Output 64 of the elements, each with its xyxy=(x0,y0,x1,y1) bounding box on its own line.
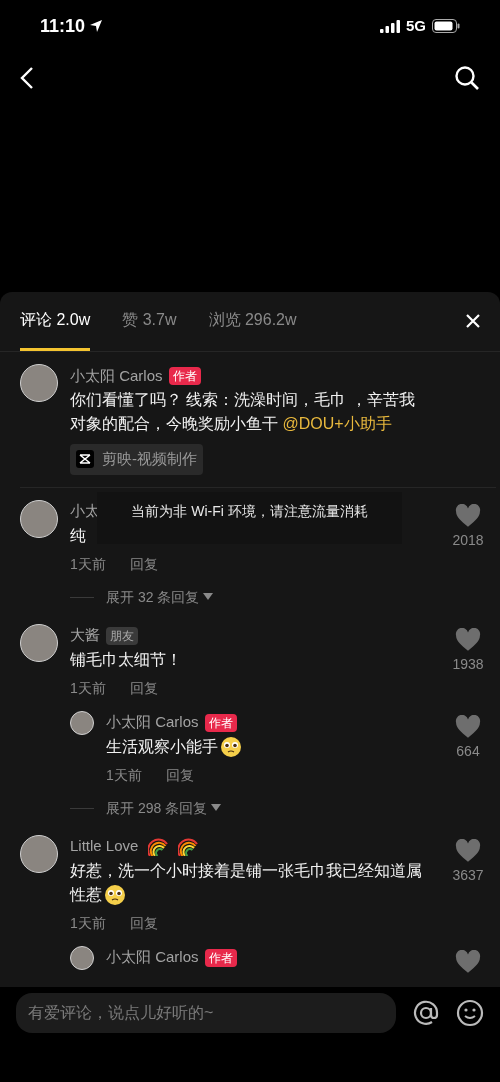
author-tag: 作者 xyxy=(204,713,237,732)
comment-author[interactable]: 小太阳 Carlos xyxy=(106,946,199,969)
battery-icon xyxy=(432,19,460,33)
avatar-placeholder[interactable] xyxy=(70,945,94,970)
author-tag: 作者 xyxy=(204,948,237,967)
author-tag: 作者 xyxy=(168,367,201,385)
network-toast: 当前为非 Wi-Fi 环境，请注意流量消耗 xyxy=(97,491,402,544)
app-source-chip[interactable]: 剪映-视频制作 xyxy=(70,444,203,475)
location-arrow-icon xyxy=(89,19,104,33)
comment-text: 铺毛巾太细节！ xyxy=(70,649,183,670)
comment-time: 1天前 xyxy=(106,765,142,785)
rainbow-icon xyxy=(178,837,199,856)
heart-icon[interactable] xyxy=(455,714,481,739)
caret-down-icon xyxy=(203,593,214,601)
expand-replies-button[interactable]: 展开 298 条回复 xyxy=(106,797,222,819)
reply-link[interactable]: 回复 xyxy=(129,553,158,575)
comment-text: 生活观察小能手 xyxy=(106,734,428,759)
network-label: 5G xyxy=(406,15,426,36)
author-tag: 朋友 xyxy=(106,626,138,645)
comment-time: 1天前 xyxy=(70,554,106,574)
reply-link[interactable]: 回复 xyxy=(129,677,158,699)
avatar-placeholder[interactable] xyxy=(20,364,58,402)
heart-icon[interactable] xyxy=(455,627,481,652)
comment-text: 纯 xyxy=(70,525,87,546)
close-icon[interactable] xyxy=(466,314,480,328)
heart-icon[interactable] xyxy=(455,503,481,528)
like-count: 1938 xyxy=(452,654,484,674)
comment-tab[interactable]: 评论 2.0w xyxy=(20,292,91,351)
caret-down-icon xyxy=(211,804,222,812)
reply-link[interactable]: 回复 xyxy=(129,912,158,934)
heart-icon[interactable] xyxy=(455,949,481,974)
comment-tab[interactable]: 浏览 296.2w xyxy=(208,292,297,351)
capcut-logo-icon xyxy=(76,450,94,469)
chip-label: 剪映-视频制作 xyxy=(102,449,197,469)
avatar-placeholder[interactable] xyxy=(20,834,58,873)
pleading-face-icon xyxy=(104,884,126,907)
back-icon[interactable] xyxy=(20,66,34,90)
like-count: 2018 xyxy=(452,530,484,550)
rainbow-icon xyxy=(148,837,169,856)
pleading-face-icon xyxy=(220,736,242,759)
comment-time: 1天前 xyxy=(70,913,106,933)
comment-tab[interactable]: 赞 3.7w xyxy=(122,292,177,351)
expand-replies-button[interactable]: 展开 32 条回复 xyxy=(106,586,214,608)
like-count: 3637 xyxy=(452,865,484,885)
avatar-placeholder[interactable] xyxy=(70,710,94,735)
comment-text: 你们看懂了吗？ 线索：洗澡时间，毛巾 ，辛苦我对象的配合，今晚奖励小鱼干 @DOU+小助手 xyxy=(70,390,416,434)
comment-author[interactable]: 小太阳 Carlos xyxy=(70,364,163,388)
comment-author[interactable]: 大酱 xyxy=(70,624,100,647)
mention-link[interactable]: @DOU+小助手 xyxy=(282,415,392,432)
mention-at-icon[interactable] xyxy=(412,999,440,1027)
comment-author[interactable]: 小太阳 Carlos xyxy=(106,711,199,734)
avatar-placeholder[interactable] xyxy=(20,623,58,662)
avatar-placeholder[interactable] xyxy=(20,499,58,538)
status-time: 11:10 xyxy=(40,14,86,38)
smiley-icon[interactable] xyxy=(456,999,484,1027)
comment-input[interactable]: 有爱评论，说点儿好听的~ xyxy=(16,993,396,1033)
heart-icon[interactable] xyxy=(455,838,481,863)
reply-link[interactable]: 回复 xyxy=(165,764,194,786)
comment-author[interactable]: Little Love xyxy=(70,835,139,858)
like-count: 664 xyxy=(456,741,480,761)
comment-text: 好惹，洗一个小时接着是铺一张毛巾我已经知道属性惹 xyxy=(70,858,422,907)
search-icon[interactable] xyxy=(454,65,480,91)
comment-time: 1天前 xyxy=(70,678,106,698)
signal-icon xyxy=(380,19,400,33)
